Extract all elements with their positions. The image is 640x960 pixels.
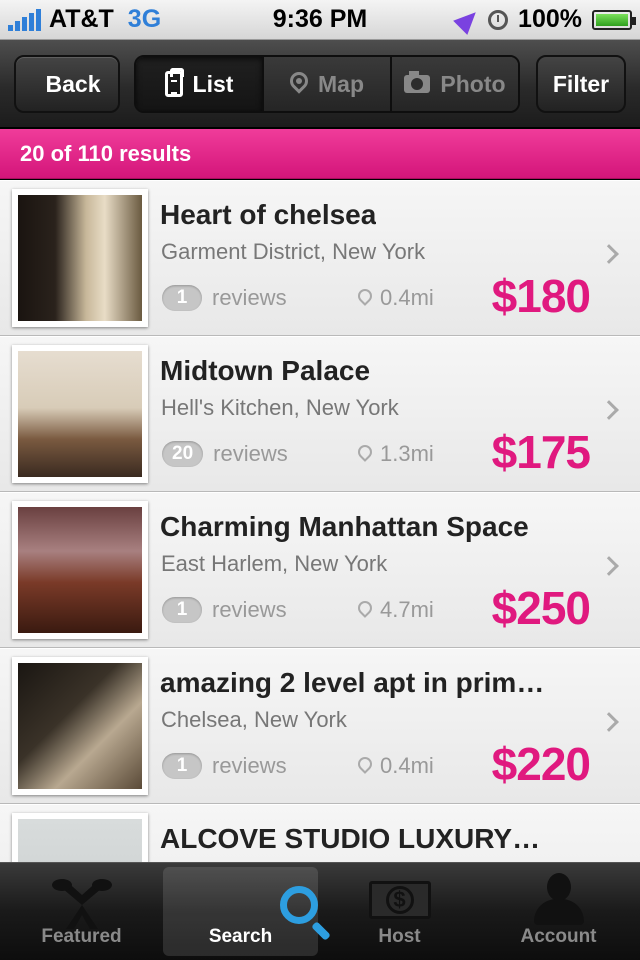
segment-photo[interactable]: Photo <box>390 57 518 111</box>
dollar-bill-icon: $ <box>368 881 431 919</box>
segment-list-label: List <box>192 70 234 97</box>
listing-thumbnail <box>12 657 148 795</box>
back-button-label: Back <box>45 70 101 97</box>
chevron-right-icon <box>599 556 619 576</box>
listing-title: ALCOVE STUDIO LUXURY… <box>160 823 541 854</box>
tab-host[interactable]: $ Host <box>322 867 477 956</box>
listing-row[interactable]: Midtown Palace Hell's Kitchen, New York … <box>0 336 640 492</box>
network-type: 3G <box>127 5 162 33</box>
tab-featured[interactable]: Featured <box>4 867 159 956</box>
carrier-name: AT&T <box>49 5 114 33</box>
reviews-label: reviews <box>213 441 288 466</box>
clipboard-list-icon <box>164 68 184 97</box>
listing-photo <box>18 195 142 321</box>
location-pin-icon <box>355 754 375 774</box>
back-button[interactable]: Back <box>14 55 120 113</box>
distance-value: 0.4mi <box>380 285 434 310</box>
tab-account-label: Account <box>520 926 597 947</box>
segment-map-label: Map <box>318 70 364 97</box>
listing-photo <box>18 351 142 477</box>
signal-bars-icon <box>8 8 41 31</box>
listing-thumbnail <box>12 345 148 483</box>
chevron-right-icon <box>599 244 619 264</box>
listing-thumbnail <box>12 813 148 862</box>
camera-icon <box>404 71 431 93</box>
tab-bar: Featured Search $ Host Account <box>0 862 640 960</box>
tab-account[interactable]: Account <box>481 867 636 956</box>
listing-photo <box>18 507 142 633</box>
listing-location: Garment District, New York <box>161 239 426 264</box>
status-bar: AT&T 3G 9:36 PM 100% <box>0 0 640 40</box>
tab-search[interactable]: Search <box>163 867 318 956</box>
listing-reviews: 1 reviews <box>162 753 287 779</box>
user-silhouette-icon <box>532 873 586 927</box>
tab-host-label: Host <box>378 926 421 947</box>
listing-price: $220 <box>491 738 591 790</box>
listing-row[interactable]: Charming Manhattan Space East Harlem, Ne… <box>0 492 640 648</box>
reviews-label: reviews <box>212 285 287 310</box>
listing-price: $175 <box>491 426 591 478</box>
listing-price: $180 <box>491 270 591 322</box>
battery-charging-icon <box>592 9 636 30</box>
location-arrow-icon <box>453 4 483 35</box>
listing-distance: 4.7mi <box>355 597 434 623</box>
listing-thumbnail <box>12 189 148 327</box>
listing-distance: 0.4mi <box>355 753 434 779</box>
tab-search-label: Search <box>208 926 273 947</box>
listing-row[interactable]: ALCOVE STUDIO LUXURY… <box>0 804 640 862</box>
review-count-badge: 1 <box>162 753 202 779</box>
location-pin-icon <box>355 598 375 618</box>
listing-row[interactable]: amazing 2 level apt in prim… Chelsea, Ne… <box>0 648 640 804</box>
listing-location: Chelsea, New York <box>161 707 347 732</box>
listing-distance: 1.3mi <box>355 441 434 467</box>
segment-photo-label: Photo <box>440 70 506 97</box>
chevron-right-icon <box>599 400 619 420</box>
listing-title: Heart of chelsea <box>160 199 377 230</box>
distance-value: 1.3mi <box>380 441 434 466</box>
filter-button[interactable]: Filter <box>536 55 626 113</box>
listing-row[interactable]: Heart of chelsea Garment District, New Y… <box>0 180 640 336</box>
distance-value: 0.4mi <box>380 753 434 778</box>
listing-price: $250 <box>491 582 591 634</box>
location-pin-icon <box>355 442 375 462</box>
alarm-clock-icon <box>488 9 509 30</box>
view-mode-segmented-control: List Map Photo <box>134 55 520 113</box>
map-pin-icon <box>286 68 312 94</box>
review-count-badge: 1 <box>162 285 202 311</box>
listing-photo <box>18 819 142 862</box>
segment-map[interactable]: Map <box>262 57 390 111</box>
featured-icon <box>51 879 112 929</box>
listing-distance: 0.4mi <box>355 285 434 311</box>
results-count-banner: 20 of 110 results <box>0 129 640 179</box>
listing-reviews: 20 reviews <box>162 441 288 467</box>
listing-thumbnail <box>12 501 148 639</box>
review-count-badge: 1 <box>162 597 202 623</box>
chevron-right-icon <box>599 712 619 732</box>
filter-button-label: Filter <box>552 70 610 97</box>
listing-photo <box>18 663 142 789</box>
navigation-bar: Back List Map Photo Filter <box>0 40 640 128</box>
listing-title: Charming Manhattan Space <box>160 511 529 542</box>
distance-value: 4.7mi <box>380 597 434 622</box>
reviews-label: reviews <box>212 753 287 778</box>
results-summary: 20 of 110 results <box>20 140 192 166</box>
reviews-label: reviews <box>212 597 287 622</box>
listing-location: East Harlem, New York <box>161 551 388 576</box>
listing-title: amazing 2 level apt in prim… <box>160 667 545 698</box>
battery-percent: 100% <box>518 5 582 33</box>
listing-list[interactable]: Heart of chelsea Garment District, New Y… <box>0 180 640 862</box>
location-pin-icon <box>355 286 375 306</box>
segment-list[interactable]: List <box>136 57 262 111</box>
search-icon <box>280 886 318 924</box>
listing-location: Hell's Kitchen, New York <box>161 395 399 420</box>
review-count-badge: 20 <box>162 441 204 467</box>
listing-reviews: 1 reviews <box>162 285 287 311</box>
listing-title: Midtown Palace <box>160 355 371 386</box>
listing-reviews: 1 reviews <box>162 597 287 623</box>
